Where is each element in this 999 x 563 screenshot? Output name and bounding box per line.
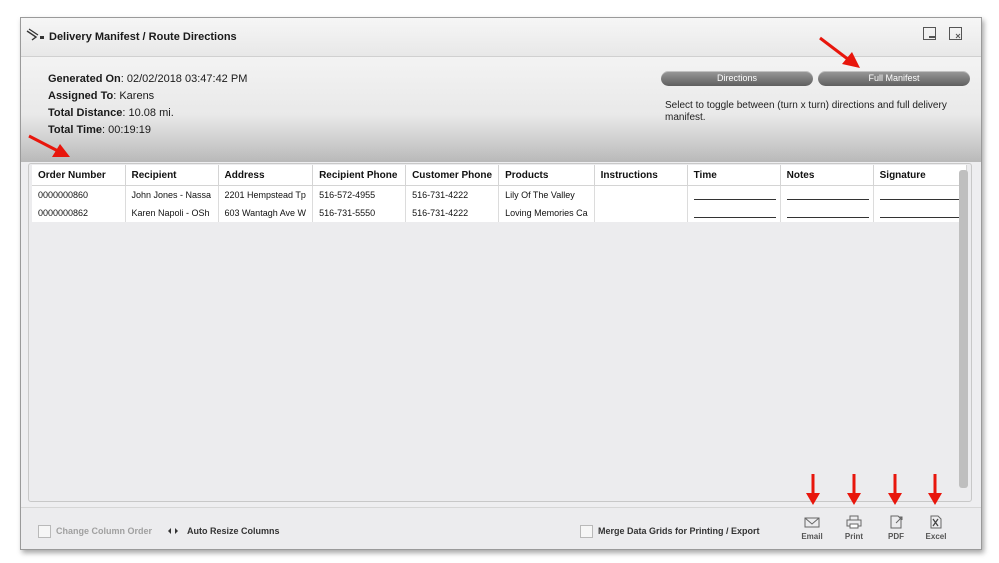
column-header-time[interactable]: Time xyxy=(687,165,781,186)
generated-on: Generated On: 02/02/2018 03:47:42 PM xyxy=(48,73,248,85)
cell-recipient-phone: 516-731-5550 xyxy=(312,204,407,222)
vertical-scrollbar[interactable] xyxy=(959,170,968,488)
column-header-customer-phone[interactable]: Customer Phone xyxy=(405,165,500,186)
print-label: Print xyxy=(844,532,864,541)
pdf-button[interactable]: PDF xyxy=(881,515,911,541)
column-header-notes[interactable]: Notes xyxy=(780,165,874,186)
total-distance: Total Distance: 10.08 mi. xyxy=(48,107,174,119)
table-row[interactable]: 0000000860 John Jones - Nassa 2201 Hemps… xyxy=(32,185,967,204)
pdf-export-icon xyxy=(890,515,903,529)
assigned-to-value: Karens xyxy=(119,90,155,102)
excel-button[interactable]: Excel xyxy=(921,515,951,541)
directions-button[interactable]: Directions xyxy=(661,71,813,86)
change-column-order-label: Change Column Order xyxy=(56,526,153,536)
window-title: Delivery Manifest / Route Directions xyxy=(49,31,237,43)
column-header-instructions[interactable]: Instructions xyxy=(594,165,688,186)
generated-on-value: 02/02/2018 03:47:42 PM xyxy=(126,73,248,85)
grid-footer-toolbar: Change Column Order Auto Resize Columns … xyxy=(21,507,981,549)
cell-recipient: John Jones - Nassa xyxy=(125,185,219,204)
delivery-manifest-window: Delivery Manifest / Route Directions Gen… xyxy=(20,17,982,550)
resize-arrows-icon xyxy=(168,528,178,534)
cell-time xyxy=(687,204,781,222)
cell-customer-phone: 516-731-4222 xyxy=(405,204,500,222)
email-icon xyxy=(804,517,820,528)
cell-notes xyxy=(780,204,874,222)
cell-order-number: 0000000860 xyxy=(32,185,126,204)
merge-data-grids-checkbox[interactable] xyxy=(580,525,593,538)
printer-icon xyxy=(846,515,862,529)
manifest-grid-panel: Order Number Recipient Address Recipient… xyxy=(28,163,972,502)
table-row[interactable]: 0000000862 Karen Napoli - OSh 603 Wantag… xyxy=(32,204,967,222)
cell-signature xyxy=(873,185,967,204)
email-label: Email xyxy=(801,532,823,541)
cell-signature xyxy=(873,204,967,222)
column-header-address[interactable]: Address xyxy=(218,165,314,186)
generated-on-label: Generated On xyxy=(48,73,121,85)
change-column-order-checkbox[interactable] xyxy=(38,525,51,538)
cell-products: Lily Of The Valley xyxy=(498,185,595,204)
manifest-grid: Order Number Recipient Address Recipient… xyxy=(32,165,967,222)
excel-label: Excel xyxy=(925,532,947,541)
total-distance-value: 10.08 mi. xyxy=(128,107,174,119)
grid-header-row: Order Number Recipient Address Recipient… xyxy=(32,165,967,186)
column-header-recipient-phone[interactable]: Recipient Phone xyxy=(312,165,407,186)
notes-blank-line xyxy=(786,191,869,200)
email-button[interactable]: Email xyxy=(797,515,827,541)
manifest-header: Generated On: 02/02/2018 03:47:42 PM Ass… xyxy=(21,57,981,162)
cell-address: 603 Wantagh Ave W xyxy=(218,204,314,222)
close-icon[interactable] xyxy=(949,27,963,41)
cell-address: 2201 Hempstead Tp xyxy=(218,185,314,204)
assigned-to-label: Assigned To xyxy=(48,90,114,102)
excel-export-icon xyxy=(930,515,942,529)
cell-notes xyxy=(780,185,874,204)
full-manifest-button[interactable]: Full Manifest xyxy=(818,71,970,86)
time-blank-line xyxy=(693,209,776,218)
minimize-icon[interactable] xyxy=(923,27,937,41)
time-blank-line xyxy=(693,191,776,200)
title-bar: Delivery Manifest / Route Directions xyxy=(21,18,981,57)
notes-blank-line xyxy=(786,209,869,218)
assigned-to: Assigned To: Karens xyxy=(48,90,155,102)
auto-resize-columns-button[interactable]: Auto Resize Columns xyxy=(187,526,280,536)
cell-recipient: Karen Napoli - OSh xyxy=(125,204,219,222)
total-time-value: 00:19:19 xyxy=(108,124,151,136)
total-time-label: Total Time xyxy=(48,124,102,136)
toggle-help-text: Select to toggle between (turn x turn) d… xyxy=(665,100,947,123)
signature-blank-line xyxy=(879,209,962,218)
column-header-products[interactable]: Products xyxy=(498,165,595,186)
column-header-recipient[interactable]: Recipient xyxy=(125,165,219,186)
total-time: Total Time: 00:19:19 xyxy=(48,124,151,136)
cell-customer-phone: 516-731-4222 xyxy=(405,185,500,204)
pdf-label: PDF xyxy=(888,532,904,541)
cell-instructions xyxy=(594,185,688,204)
merge-data-grids-label: Merge Data Grids for Printing / Export xyxy=(598,526,760,536)
cell-recipient-phone: 516-572-4955 xyxy=(312,185,407,204)
route-directions-icon xyxy=(26,28,44,41)
cell-order-number: 0000000862 xyxy=(32,204,126,222)
cell-instructions xyxy=(594,204,688,222)
signature-blank-line xyxy=(879,191,962,200)
cell-products: Loving Memories Ca xyxy=(498,204,595,222)
column-header-order-number[interactable]: Order Number xyxy=(32,165,126,186)
cell-time xyxy=(687,185,781,204)
print-button[interactable]: Print xyxy=(839,515,869,541)
total-distance-label: Total Distance xyxy=(48,107,123,119)
column-header-signature[interactable]: Signature xyxy=(873,165,967,186)
